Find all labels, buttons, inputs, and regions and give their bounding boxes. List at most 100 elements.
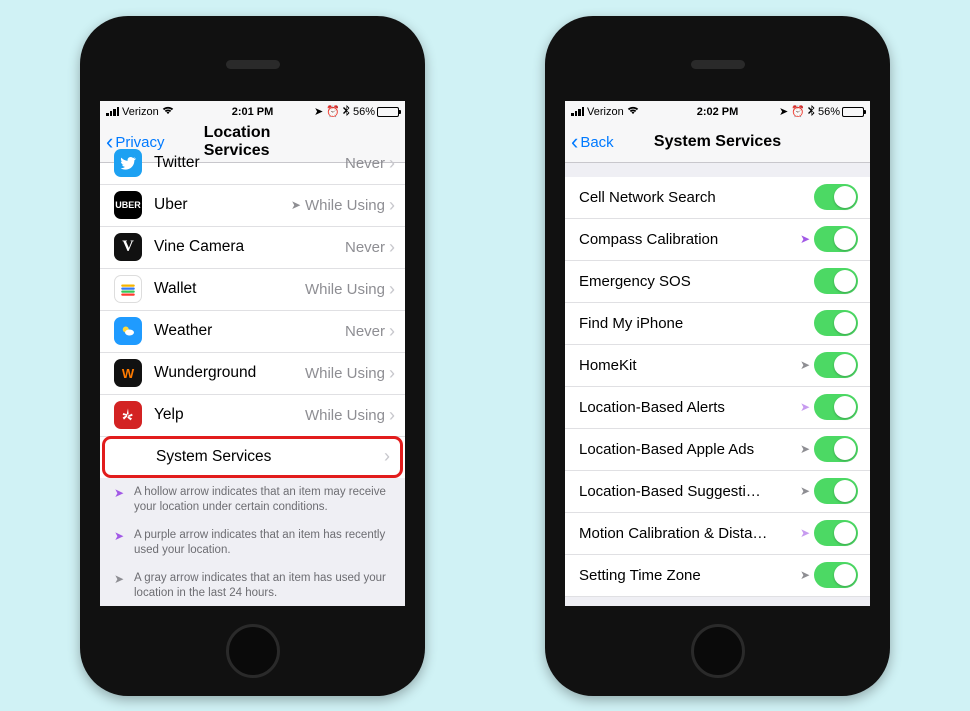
home-button[interactable] xyxy=(691,624,745,678)
wifi-icon xyxy=(627,105,639,118)
service-label: HomeKit xyxy=(579,357,800,374)
nav-title: System Services xyxy=(654,133,781,151)
yelp-icon xyxy=(114,401,142,429)
location-arrow-icon: ➤ xyxy=(800,442,810,456)
status-bar: Verizon 2:02 PM ➤ ⏰ 56% xyxy=(565,101,870,123)
app-row-uber[interactable]: UBER Uber ➤ While Using › xyxy=(100,185,405,227)
screen-system-services: Verizon 2:02 PM ➤ ⏰ 56% xyxy=(565,101,870,606)
twitter-icon xyxy=(114,149,142,177)
app-row-yelp[interactable]: Yelp While Using › xyxy=(100,395,405,437)
app-value: While Using xyxy=(305,407,385,424)
back-label: Back xyxy=(580,134,613,151)
toggle-switch[interactable] xyxy=(814,226,858,252)
app-row-wunderground[interactable]: W Wunderground While Using › xyxy=(100,353,405,395)
app-label: Wallet xyxy=(154,280,305,298)
service-row-find-my-iphone[interactable]: Find My iPhone xyxy=(565,303,870,345)
battery-pct-label: 56% xyxy=(353,106,375,118)
service-row-compass[interactable]: Compass Calibration ➤ xyxy=(565,219,870,261)
purple-arrow-icon: ➤ xyxy=(114,528,126,559)
location-arrow-icon: ➤ xyxy=(291,198,301,212)
app-label: Weather xyxy=(154,322,345,340)
toggle-switch[interactable] xyxy=(814,436,858,462)
phone-right: Verizon 2:02 PM ➤ ⏰ 56% xyxy=(545,16,890,696)
app-label: Yelp xyxy=(154,406,305,424)
service-row-homekit[interactable]: HomeKit ➤ xyxy=(565,345,870,387)
weather-icon xyxy=(114,317,142,345)
app-value: While Using xyxy=(305,281,385,298)
app-value: Never xyxy=(345,239,385,256)
phone-speaker xyxy=(226,60,280,69)
chevron-right-icon: › xyxy=(389,153,395,174)
service-row-time-zone[interactable]: Setting Time Zone ➤ xyxy=(565,555,870,597)
carrier-label: Verizon xyxy=(122,106,159,118)
chevron-right-icon: › xyxy=(389,237,395,258)
alarm-icon: ⏰ xyxy=(326,105,340,118)
wallet-icon xyxy=(114,275,142,303)
home-button[interactable] xyxy=(226,624,280,678)
app-value: While Using xyxy=(305,197,385,214)
wifi-icon xyxy=(162,105,174,118)
chevron-right-icon: › xyxy=(389,279,395,300)
location-arrow-icon: ➤ xyxy=(800,484,810,498)
service-label: Setting Time Zone xyxy=(579,567,800,584)
service-row-location-suggestions[interactable]: Location-Based Suggesti… ➤ xyxy=(565,471,870,513)
back-button[interactable]: ‹ Back xyxy=(571,131,614,153)
battery-icon xyxy=(842,107,864,117)
app-row-wallet[interactable]: Wallet While Using › xyxy=(100,269,405,311)
service-row-location-alerts[interactable]: Location-Based Alerts ➤ xyxy=(565,387,870,429)
service-row-motion-calibration[interactable]: Motion Calibration & Dista… ➤ xyxy=(565,513,870,555)
app-row-vine[interactable]: V Vine Camera Never › xyxy=(100,227,405,269)
toggle-switch[interactable] xyxy=(814,268,858,294)
app-label: Twitter xyxy=(154,154,345,172)
app-label: Uber xyxy=(154,196,291,214)
service-label: Emergency SOS xyxy=(579,273,814,290)
uber-icon: UBER xyxy=(114,191,142,219)
service-label: Location-Based Suggesti… xyxy=(579,483,800,500)
service-row-cell-network[interactable]: Cell Network Search xyxy=(565,177,870,219)
toggle-switch[interactable] xyxy=(814,184,858,210)
gray-arrow-icon: ➤ xyxy=(114,571,126,602)
carrier-label: Verizon xyxy=(587,106,624,118)
toggle-switch[interactable] xyxy=(814,352,858,378)
footer-purple-note: ➤ A purple arrow indicates that an item … xyxy=(100,520,405,563)
app-value: While Using xyxy=(305,365,385,382)
footer-text: A hollow arrow indicates that an item ma… xyxy=(134,485,391,516)
location-arrow-icon: ➤ xyxy=(779,105,788,118)
phone-left: Verizon 2:01 PM ➤ ⏰ 56% xyxy=(80,16,425,696)
chevron-right-icon: › xyxy=(389,405,395,426)
battery-icon xyxy=(377,107,399,117)
chevron-right-icon: › xyxy=(389,363,395,384)
app-list[interactable]: Twitter Never › UBER Uber ➤ While Using … xyxy=(100,143,405,478)
location-arrow-icon: ➤ xyxy=(800,400,810,414)
system-services-list[interactable]: Cell Network Search Compass Calibration … xyxy=(565,177,870,597)
toggle-switch[interactable] xyxy=(814,478,858,504)
footer-text: A purple arrow indicates that an item ha… xyxy=(134,528,391,559)
system-services-label: System Services xyxy=(156,448,384,466)
nav-bar: ‹ Back System Services xyxy=(565,123,870,163)
service-label: Cell Network Search xyxy=(579,189,814,206)
location-arrow-icon: ➤ xyxy=(800,232,810,246)
bluetooth-icon xyxy=(343,105,350,119)
service-row-emergency-sos[interactable]: Emergency SOS xyxy=(565,261,870,303)
system-services-row[interactable]: System Services › xyxy=(102,436,403,478)
location-arrow-icon: ➤ xyxy=(800,568,810,582)
toggle-switch[interactable] xyxy=(814,520,858,546)
footer-gray-note: ➤ A gray arrow indicates that an item ha… xyxy=(100,563,405,606)
chevron-right-icon: › xyxy=(389,195,395,216)
app-row-weather[interactable]: Weather Never › xyxy=(100,311,405,353)
toggle-switch[interactable] xyxy=(814,562,858,588)
service-row-apple-ads[interactable]: Location-Based Apple Ads ➤ xyxy=(565,429,870,471)
clock-label: 2:02 PM xyxy=(697,106,739,118)
service-label: Compass Calibration xyxy=(579,231,800,248)
app-label: Wunderground xyxy=(154,364,305,382)
location-arrow-icon: ➤ xyxy=(800,358,810,372)
clock-label: 2:01 PM xyxy=(232,106,274,118)
service-label: Find My iPhone xyxy=(579,315,814,332)
toggle-switch[interactable] xyxy=(814,310,858,336)
app-label: Vine Camera xyxy=(154,238,345,256)
service-label: Location-Based Apple Ads xyxy=(579,441,800,458)
chevron-right-icon: › xyxy=(389,321,395,342)
vine-icon: V xyxy=(114,233,142,261)
toggle-switch[interactable] xyxy=(814,394,858,420)
app-row-twitter[interactable]: Twitter Never › xyxy=(100,143,405,185)
